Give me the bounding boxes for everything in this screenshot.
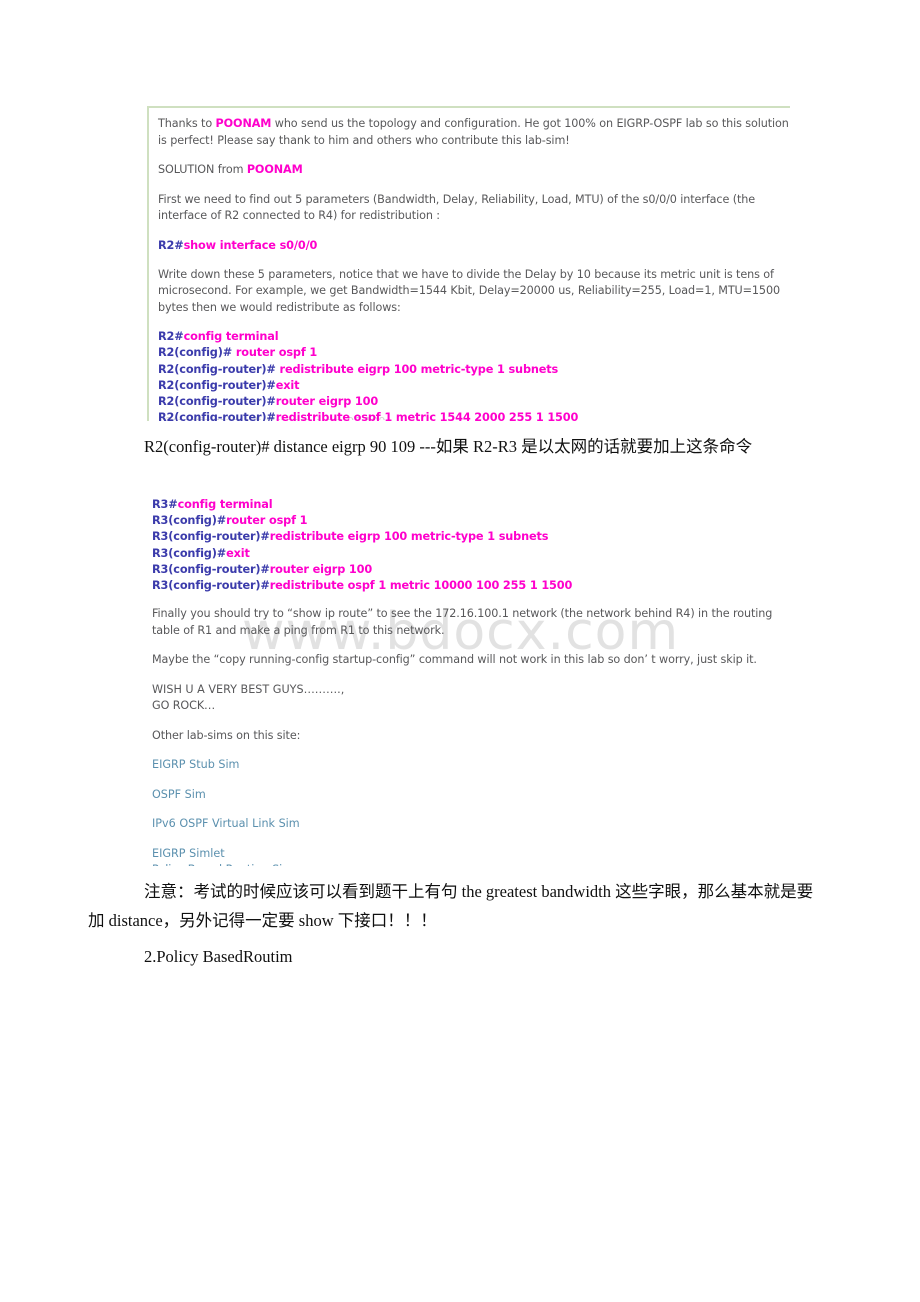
cli-command: config terminal [183,330,279,344]
cli-command: redistribute eigrp 100 metric-type 1 sub… [269,530,549,544]
embedded-screenshot-top: Thanks to POONAM who send us the topolog… [147,106,790,421]
cli-line: R2(config)# router ospf 1 [158,345,790,361]
link-eigrp-stub-sim[interactable]: EIGRP Stub Sim [152,757,788,774]
cli-line: R2#config terminal [158,329,790,345]
cli-prompt: R2(config)# [158,346,233,360]
cli-line: R3(config-router)#router eigrp 100 [152,562,788,578]
cli-prompt: R3# [152,498,178,511]
cli-line: R3(config-router)#redistribute ospf 1 me… [152,578,788,594]
maybe-paragraph: Maybe the “copy running-config startup-c… [152,653,757,667]
cli-command: router ospf 1 [226,514,308,528]
cli-command: config terminal [177,498,273,511]
cli-prompt: R2(config-router)# [158,395,276,409]
cli-command: router eigrp 100 [269,562,373,576]
note-policy-heading: 2.Policy BasedRoutim [144,947,293,966]
poonam-name-solution: POONAM [246,163,303,176]
go-rock-line: GO ROCK… [152,699,216,713]
screenshot-bottom-content: R3#config terminal R3(config)#router osp… [147,494,788,866]
cli-line: R3(config)#router ospf 1 [152,513,788,529]
embedded-screenshot-bottom: www.bdocx.com R3#config terminal R3(conf… [147,494,788,866]
wish-line: WISH U A VERY BEST GUYS………., [152,682,345,696]
link-ospf-sim[interactable]: OSPF Sim [152,787,788,804]
cli-command: redistribute ospf 1 metric 10000 100 255… [269,579,573,593]
cli-prompt: R2# [158,238,184,252]
first-parameters-paragraph: First we need to find out 5 parameters (… [158,192,756,223]
cli-prompt: R2# [158,330,184,344]
cli-line: R2(config-router)# redistribute eigrp 10… [158,362,790,378]
cli-command: router ospf 1 [232,346,318,360]
cli-line: R3(config)#exit [152,546,788,562]
cli-line: R2(config-router)#redistribute ospf 1 me… [158,410,790,421]
cli-prompt: R3(config)# [152,514,227,528]
link-policy-based-routing-sim[interactable]: Policy Based Routing Sim [152,862,788,866]
cli-prompt: R2(config-router)# [158,378,276,392]
cli-prompt: R3(config-router)# [152,530,270,544]
cli-line: R2(config-router)#router eigrp 100 [158,394,790,410]
note-distance-paragraph: R2(config-router)# distance eigrp 90 109… [144,437,753,456]
cli-command: router eigrp 100 [275,395,379,409]
cli-command: exit [275,378,300,392]
cli-command: show interface s0/0/0 [183,238,318,252]
poonam-name-intro: POONAM [215,117,272,130]
r2-config-block: R2#config terminal R2(config)# router os… [158,329,790,421]
cli-prompt: R3(config-router)# [152,579,270,593]
cli-command: redistribute ospf 1 metric 1544 2000 255… [275,411,579,421]
document-page: Thanks to POONAM who send us the topolog… [0,0,920,1302]
link-eigrp-simlet[interactable]: EIGRP Simlet [152,846,788,863]
solution-label: SOLUTION from [158,163,247,176]
screenshot-top-content: Thanks to POONAM who send us the topolog… [149,108,790,421]
show-interface-command: R2#show interface s0/0/0 [158,238,790,254]
note-attention-paragraph: 注意：考试的时候应该可以看到题干上有句 the greatest bandwid… [88,882,814,930]
cli-command: redistribute eigrp 100 metric-type 1 sub… [275,362,559,376]
cli-prompt: R2(config-router)# [158,411,276,421]
cli-prompt: R3(config)# [152,546,227,560]
solution-from-line: SOLUTION from POONAM [158,162,790,179]
cli-line: R3(config-router)#redistribute eigrp 100… [152,529,788,545]
cli-line: R3#config terminal [152,497,788,513]
intro-paragraph: Thanks to POONAM who send us the topolog… [158,116,790,149]
write-down-paragraph: Write down these 5 parameters, notice th… [158,267,780,314]
cli-prompt: R3(config-router)# [152,562,270,576]
cli-line: R2(config-router)#exit [158,378,790,394]
cli-prompt: R2(config-router)# [158,362,276,376]
other-labsims-label: Other lab-sims on this site: [152,728,301,742]
finally-paragraph: Finally you should try to “show ip route… [152,607,773,637]
intro-text-pre: Thanks to [158,117,216,130]
link-ipv6-ospf-virtual-link-sim[interactable]: IPv6 OSPF Virtual Link Sim [152,816,788,833]
cli-command: exit [226,546,250,560]
r3-config-block: R3#config terminal R3(config)#router osp… [152,497,788,594]
